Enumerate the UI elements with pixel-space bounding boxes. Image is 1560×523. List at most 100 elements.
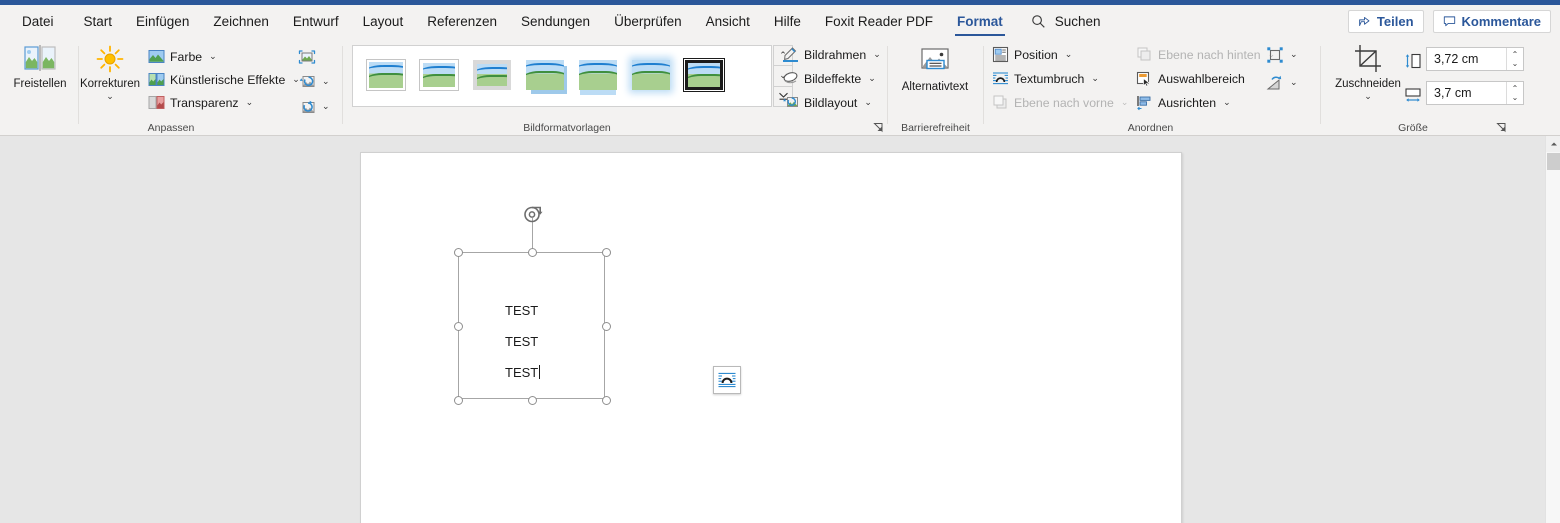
chevron-down-icon[interactable]: ⌄: [322, 76, 330, 87]
reset-picture-button[interactable]: ⌄: [298, 96, 330, 117]
chevron-down-icon[interactable]: ⌄: [1290, 77, 1298, 88]
scroll-up-button[interactable]: [1546, 136, 1560, 152]
resize-handle-w[interactable]: [454, 322, 463, 331]
ribbon-group-bildformatvorlagen: ⌃ ⌄ Bildrahmen ⌄ Bildeffekte ⌄ Bildlayou…: [352, 38, 887, 136]
share-button[interactable]: Teilen: [1347, 10, 1424, 33]
chevron-down-icon[interactable]: ⌄: [868, 73, 876, 84]
chevron-down-icon[interactable]: ⌄: [873, 49, 881, 60]
shape-height-input[interactable]: 3,72 cm ⌃ ⌄: [1426, 47, 1524, 71]
spinner-down-icon[interactable]: ⌄: [1512, 59, 1519, 68]
tab-layout[interactable]: Layout: [351, 5, 416, 38]
comments-button[interactable]: Kommentare: [1432, 10, 1551, 33]
shape-height-icon: [1404, 52, 1421, 69]
layout-options-button[interactable]: [713, 366, 741, 394]
artistic-effects-label: Künstlerische Effekte: [170, 72, 286, 87]
chevron-down-icon[interactable]: ⌄: [1223, 97, 1231, 108]
spinner-down-icon[interactable]: ⌄: [1512, 93, 1519, 102]
color-button[interactable]: Farbe ⌄: [148, 46, 217, 67]
spinner-up-icon[interactable]: ⌃: [1512, 84, 1519, 93]
chevron-down-icon[interactable]: ⌄: [1364, 92, 1372, 101]
change-picture-button[interactable]: ⌄: [298, 71, 330, 92]
object-text-content[interactable]: TEST TEST TEST: [505, 295, 605, 388]
chevron-down-icon[interactable]: ⌄: [106, 92, 114, 101]
chevron-down-icon[interactable]: ⌄: [1290, 49, 1298, 60]
transparency-button[interactable]: Transparenz ⌄: [148, 92, 253, 113]
crop-button[interactable]: Zuschneiden ⌄: [1332, 43, 1404, 101]
share-icon: [1358, 15, 1371, 28]
shape-height-spinner[interactable]: ⌃ ⌄: [1506, 48, 1523, 70]
chevron-down-icon[interactable]: ⌄: [864, 97, 872, 108]
resize-handle-se[interactable]: [602, 396, 611, 405]
shape-width-input[interactable]: 3,7 cm ⌃ ⌄: [1426, 81, 1524, 105]
scrollbar-thumb[interactable]: [1547, 153, 1560, 170]
spinner-up-icon[interactable]: ⌃: [1512, 50, 1519, 59]
tab-label: Sendungen: [521, 14, 591, 29]
tab-entwurf[interactable]: Entwurf: [281, 5, 351, 38]
corrections-button[interactable]: Korrekturen ⌄: [72, 43, 148, 101]
align-objects-button[interactable]: Ausrichten ⌄: [1136, 92, 1231, 113]
search-box[interactable]: Suchen: [1031, 5, 1101, 38]
vertical-scrollbar[interactable]: [1545, 136, 1560, 523]
selection-pane-button[interactable]: Auswahlbereich: [1136, 68, 1245, 89]
chevron-down-icon[interactable]: ⌄: [246, 97, 254, 108]
tab-einfuegen[interactable]: Einfügen: [124, 5, 201, 38]
picture-style-soft-edge-rectangle[interactable]: [625, 54, 677, 98]
tab-label: Datei: [22, 14, 54, 29]
position-button[interactable]: Position ⌄: [992, 44, 1072, 65]
tab-ueberpruefen[interactable]: Überprüfen: [602, 5, 694, 38]
resize-handle-nw[interactable]: [454, 248, 463, 257]
alt-text-button[interactable]: Alternativtext: [897, 46, 973, 94]
tab-sendungen[interactable]: Sendungen: [509, 5, 602, 38]
wrap-text-button[interactable]: Textumbruch ⌄: [992, 68, 1099, 89]
chevron-down-icon[interactable]: ⌄: [1065, 49, 1073, 60]
text-line-value: TEST: [505, 334, 539, 349]
tab-datei[interactable]: Datei: [0, 5, 72, 38]
resize-handle-ne[interactable]: [602, 248, 611, 257]
tab-foxit-reader-pdf[interactable]: Foxit Reader PDF: [813, 5, 945, 38]
tab-format[interactable]: Format: [945, 5, 1015, 38]
shape-width-field-icon-row: [1404, 84, 1421, 105]
color-label: Farbe: [170, 49, 203, 64]
artistic-effects-button[interactable]: Künstlerische Effekte ⌄: [148, 69, 300, 90]
selection-pane-icon: [1136, 70, 1153, 87]
compress-pictures-button[interactable]: [298, 46, 316, 67]
picture-style-drop-shadow-rectangle[interactable]: [519, 54, 571, 98]
document-page[interactable]: TEST TEST TEST: [360, 152, 1182, 523]
shape-width-spinner[interactable]: ⌃ ⌄: [1506, 82, 1523, 104]
resize-handle-n[interactable]: [528, 248, 537, 257]
picture-effects-button[interactable]: Bildeffekte ⌄: [782, 68, 876, 89]
picture-layout-button[interactable]: Bildlayout ⌄: [782, 92, 872, 113]
chevron-down-icon[interactable]: ⌄: [322, 101, 330, 112]
tab-zeichnen[interactable]: Zeichnen: [201, 5, 281, 38]
picture-style-reflected-rounded-rectangle[interactable]: [572, 54, 624, 98]
tab-label: Zeichnen: [213, 14, 269, 29]
picture-style-metal-frame[interactable]: [466, 54, 518, 98]
selected-object-frame[interactable]: TEST TEST TEST: [454, 206, 741, 405]
corrections-label: Korrekturen: [79, 78, 141, 90]
group-objects-button[interactable]: ⌄: [1266, 44, 1298, 65]
resize-handle-s[interactable]: [528, 396, 537, 405]
picture-border-button[interactable]: Bildrahmen ⌄: [782, 44, 881, 65]
style-preview: [473, 60, 511, 90]
rotate-handle-icon[interactable]: [521, 203, 544, 226]
tab-hilfe[interactable]: Hilfe: [762, 5, 813, 38]
remove-background-button[interactable]: Freistellen: [2, 43, 78, 91]
chevron-down-icon[interactable]: ⌄: [209, 51, 217, 62]
picture-style-thick-black-frame[interactable]: [678, 54, 730, 98]
tab-start[interactable]: Start: [72, 5, 125, 38]
picture-effects-icon: [782, 70, 799, 87]
bildformatvorlagen-dialog-launcher[interactable]: [873, 122, 884, 133]
rotate-objects-button[interactable]: ⌄: [1266, 72, 1298, 93]
picture-styles-gallery[interactable]: [352, 45, 772, 107]
tab-ansicht[interactable]: Ansicht: [694, 5, 762, 38]
tab-referenzen[interactable]: Referenzen: [415, 5, 509, 38]
resize-handle-sw[interactable]: [454, 396, 463, 405]
picture-style-beveled-matte-white[interactable]: [413, 54, 465, 98]
ribbon-group-groesse: Zuschneiden ⌄ 3,72 cm ⌃ ⌄ 3,7 cm ⌃ ⌄ Grö…: [1324, 38, 1536, 136]
ribbon: Freistellen Korrekturen ⌄ Farbe ⌄ Künstl…: [0, 38, 1560, 168]
shape-width-icon: [1404, 86, 1421, 103]
ribbon-group-anordnen: Position ⌄ Textumbruch ⌄ Ebene nach vorn…: [988, 38, 1313, 136]
document-canvas[interactable]: TEST TEST TEST: [0, 136, 1545, 523]
picture-style-simple-frame-white[interactable]: [360, 54, 412, 98]
chevron-down-icon[interactable]: ⌄: [1091, 73, 1099, 84]
